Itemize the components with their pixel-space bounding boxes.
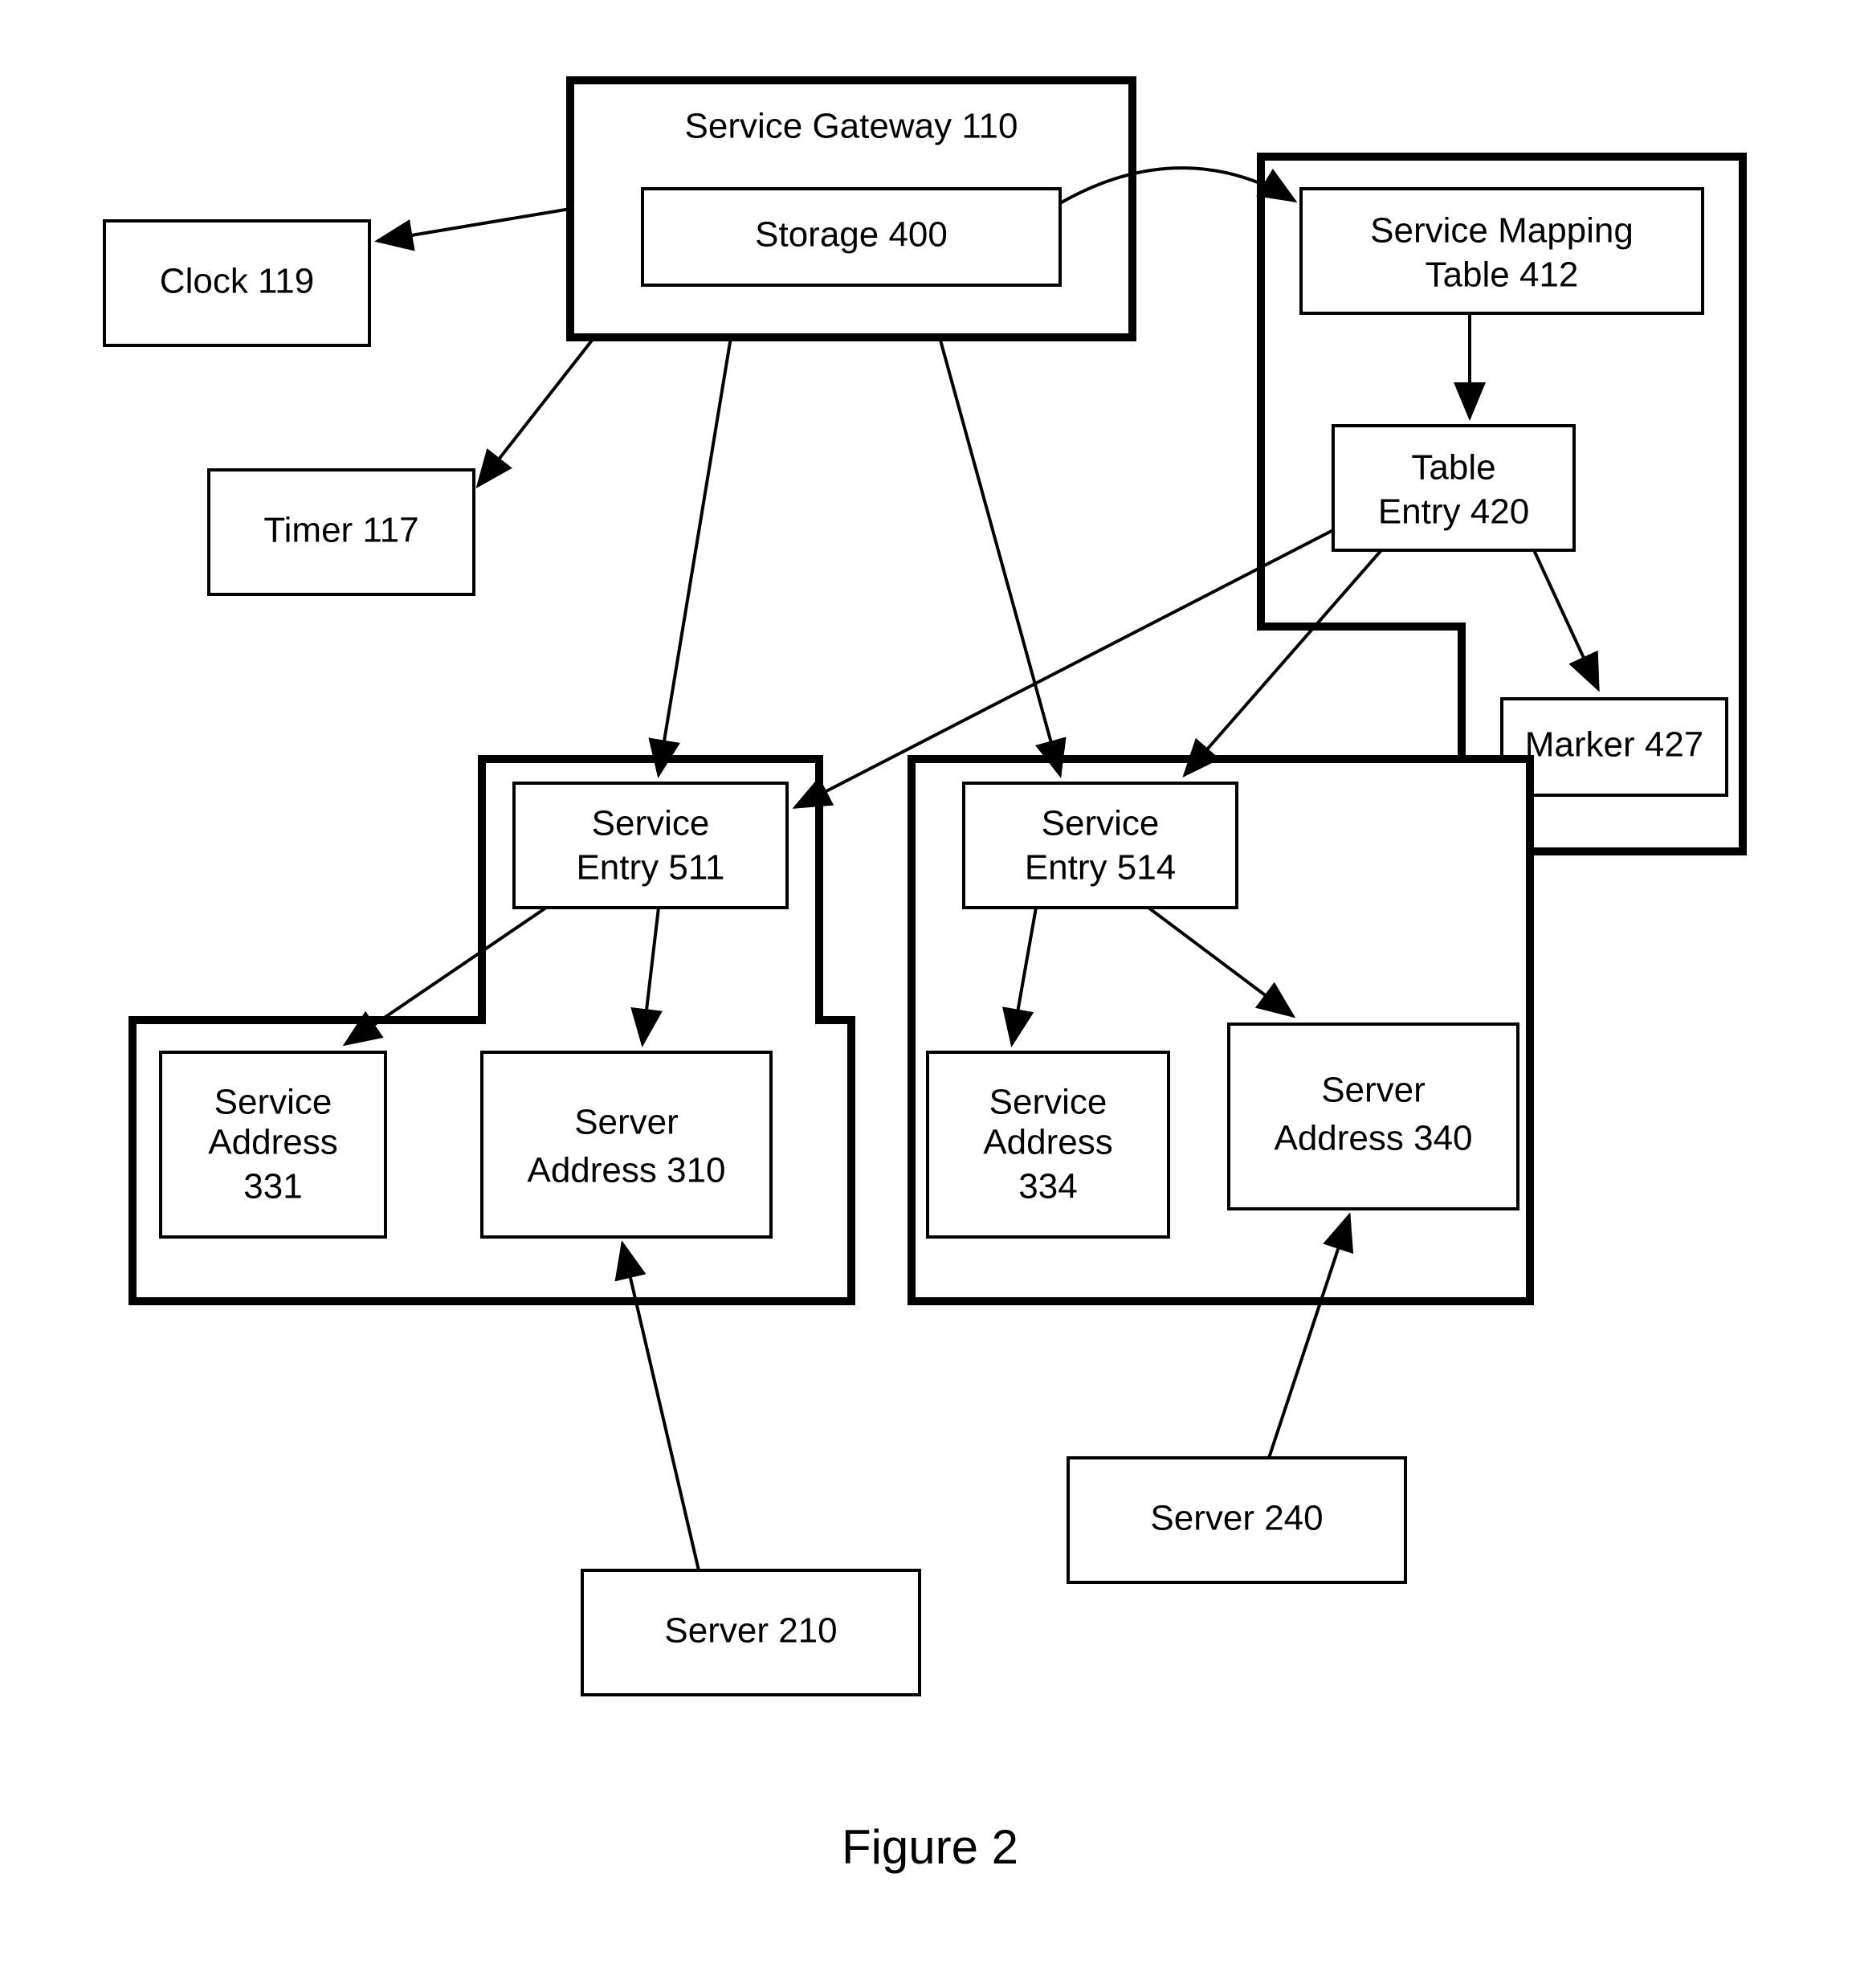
server-240-group: Server 240	[1068, 1458, 1405, 1582]
service-addr-331-l2: Address	[208, 1123, 337, 1162]
service-entry-511-line2: Entry 511	[576, 848, 724, 888]
table-entry-line2: Entry 420	[1378, 492, 1529, 532]
service-mapping-table-group: Service Mapping Table 412 Table Entry 42…	[1261, 157, 1743, 851]
server-addr-340-l1: Server	[1321, 1071, 1426, 1110]
timer-label: Timer 117	[263, 511, 418, 550]
service-addr-334-l2: Address	[983, 1123, 1112, 1162]
timer-group: Timer 117	[209, 470, 474, 594]
clock-label: Clock 119	[160, 262, 314, 301]
arrow-gateway-to-timer	[478, 337, 594, 486]
service-addr-334-l3: 334	[1018, 1167, 1077, 1206]
server-addr-310-l1: Server	[574, 1103, 679, 1142]
service-gateway-label: Service Gateway 110	[685, 107, 1018, 146]
service-gateway-group: Service Gateway 110 Storage 400	[570, 80, 1132, 337]
marker-label: Marker 427	[1525, 725, 1704, 765]
storage-label: Storage 400	[755, 215, 948, 255]
server-240-label: Server 240	[1150, 1499, 1323, 1538]
service-entry-511-line1: Service	[592, 804, 710, 843]
arrow-gateway-to-clock	[377, 209, 570, 241]
service-addr-331-l1: Service	[214, 1083, 332, 1122]
mapping-table-line1: Service Mapping	[1370, 211, 1634, 251]
arrow-gateway-to-se511	[659, 337, 731, 775]
figure-caption: Figure 2	[842, 1820, 1018, 1874]
service-entry-514-line2: Entry 514	[1025, 848, 1176, 888]
diagram-canvas: Service Gateway 110 Storage 400 Clock 11…	[0, 0, 1860, 1988]
server-210-group: Server 210	[582, 1570, 920, 1695]
service-entry-514-line1: Service	[1042, 804, 1160, 843]
service-addr-331-l3: 331	[243, 1167, 302, 1206]
service-addr-334-l1: Service	[989, 1083, 1107, 1122]
clock-group: Clock 119	[104, 221, 369, 345]
service-entry-514-group: Service Entry 514 Service Address 334 Se…	[912, 759, 1530, 1301]
server-210-label: Server 210	[664, 1611, 837, 1651]
mapping-table-line2: Table 412	[1426, 255, 1579, 295]
table-entry-line1: Table	[1411, 448, 1495, 488]
service-entry-511-group: Service Entry 511 Service Address 331 Se…	[133, 759, 851, 1301]
arrow-gateway-to-se514	[940, 337, 1060, 775]
server-addr-310-l2: Address 310	[527, 1151, 725, 1190]
server-addr-340-l2: Address 340	[1274, 1119, 1472, 1158]
